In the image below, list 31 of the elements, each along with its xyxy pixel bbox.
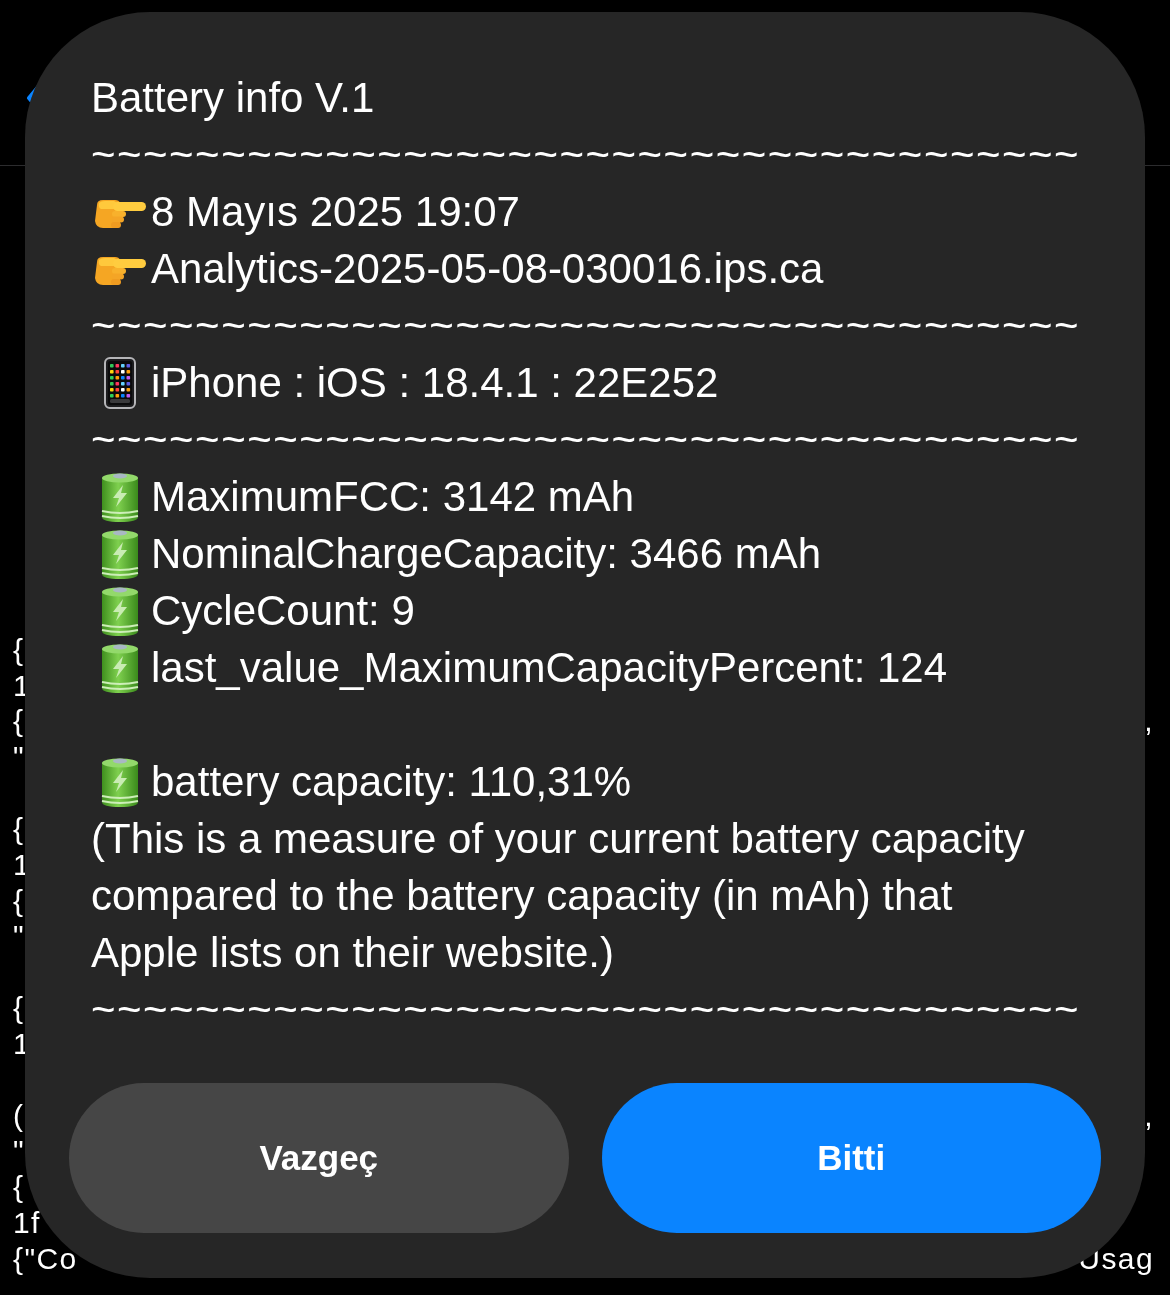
- log-text: 1f: [13, 1205, 41, 1241]
- info-text: CycleCount: 9: [151, 586, 415, 636]
- phone-icon: [104, 356, 136, 409]
- info-text: 8 Mayıs 2025 19:07: [151, 187, 520, 237]
- tilde-separator: ~~~~~~~~~~~~~~~~~~~~~~~~~~~~~~~~~~~~~~: [91, 130, 1082, 180]
- log-text: ,: [1144, 703, 1154, 740]
- info-text: NominalChargeCapacity: 3466 mAh: [151, 529, 821, 579]
- info-text: battery capacity: 110,31%: [151, 757, 632, 807]
- info-text: Analytics-2025-05-08-030016.ips.ca: [151, 244, 824, 294]
- dialog-title: Battery info V.1: [91, 73, 376, 123]
- log-text: ": [13, 1133, 26, 1170]
- log-text: {: [13, 703, 25, 740]
- log-text: {: [13, 1169, 25, 1206]
- tilde-separator: ~~~~~~~~~~~~~~~~~~~~~~~~~~~~~~~~~~~~~~: [91, 301, 1082, 351]
- log-text: (: [13, 1097, 25, 1134]
- cancel-button[interactable]: Vazgeç: [69, 1083, 569, 1233]
- log-text: ": [13, 918, 26, 955]
- log-text: ": [13, 739, 26, 776]
- log-text: {: [13, 810, 25, 847]
- log-text: {: [13, 631, 25, 668]
- tilde-separator: ~~~~~~~~~~~~~~~~~~~~~~~~~~~~~~~~~~~~~~: [91, 985, 1082, 1035]
- log-text: {: [13, 990, 25, 1026]
- log-text: {: [13, 882, 25, 919]
- done-button[interactable]: Bitti: [601, 1083, 1101, 1233]
- log-text: {"Co: [13, 1240, 78, 1277]
- log-text: ,: [1144, 1097, 1154, 1134]
- info-text: iPhone : iOS : 18.4.1 : 22E252: [151, 358, 719, 408]
- tilde-separator: ~~~~~~~~~~~~~~~~~~~~~~~~~~~~~~~~~~~~~~: [91, 415, 1082, 465]
- note-text: (This is a measure of your current battery capacity compared to the battery capacity (in mAh) that Apple lists on their website.): [91, 814, 1026, 978]
- info-text: last_value_MaximumCapacityPercent: 124: [151, 643, 948, 693]
- info-text: MaximumFCC: 3142 mAh: [151, 472, 635, 522]
